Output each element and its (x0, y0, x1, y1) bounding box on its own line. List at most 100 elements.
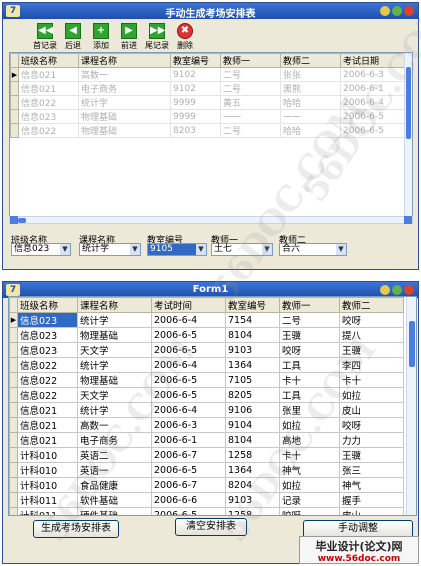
table-cell[interactable]: 信息023 (17, 312, 78, 328)
table-cell[interactable]: 8205 (225, 387, 280, 403)
table-cell[interactable]: 二号 (220, 123, 281, 138)
table-cell[interactable]: 高数一 (78, 67, 171, 82)
column-header[interactable]: 课程名称 (78, 53, 171, 68)
table-row[interactable]: 信息022 统计学 2006-6-4 1364 工具 李四 (9, 357, 404, 373)
table-cell[interactable]: 信息022 (18, 95, 79, 110)
table-cell[interactable]: 李四 (339, 357, 404, 373)
column-header[interactable]: 班级名称 (17, 297, 78, 313)
table-cell[interactable]: 天文学 (77, 387, 152, 403)
table-cell[interactable]: 信息023 (17, 342, 78, 358)
table-cell[interactable]: 如拉 (339, 387, 404, 403)
table-row[interactable]: 信息023 物理基础 9999 一一 一一 2006-6-5 (10, 109, 405, 124)
table-row[interactable]: 信息022 物理基础 2006-6-5 7105 卡十 卡十 (9, 372, 404, 388)
close-icon[interactable] (404, 6, 414, 16)
table-cell[interactable]: 张里 (279, 402, 340, 418)
table-row[interactable]: 计科010 食品健康 2006-6-7 8204 如拉 神气 (9, 477, 404, 493)
table-cell[interactable]: 神气 (279, 462, 340, 478)
chevron-down-icon[interactable]: ▼ (130, 244, 140, 255)
table-cell[interactable]: 计科011 (17, 507, 78, 515)
table-cell[interactable]: 7154 (225, 312, 280, 328)
maximize-icon[interactable] (392, 285, 402, 295)
table-cell[interactable]: 1364 (225, 357, 280, 373)
chevron-down-icon[interactable]: ▼ (196, 244, 206, 255)
table-row[interactable]: 信息021 电子商务 9102 二号 黑熊 2006-6-1 (10, 81, 405, 96)
table-row[interactable]: 信息023 天文学 2006-6-5 9103 咬呀 王骥 (9, 342, 404, 358)
table-cell[interactable]: 信息021 (18, 81, 79, 96)
table-row[interactable]: 计科011 硬件基础 2006-6-5 1258 咬呀 皮山 (9, 507, 404, 515)
table-cell[interactable]: 信息022 (17, 372, 78, 388)
table-cell[interactable]: 皮山 (339, 507, 404, 515)
table-cell[interactable]: 食品健康 (77, 477, 152, 493)
table-row[interactable]: 信息022 天文学 2006-6-5 8205 工具 如拉 (9, 387, 404, 403)
table-cell[interactable]: 天文学 (77, 342, 152, 358)
table-cell[interactable]: 硬件基础 (77, 507, 152, 515)
schedule-grid[interactable]: 班级名称 课程名称 教室编号 教师一 教师二 考试日期 ▶ 信息021 高数一 … (9, 52, 413, 220)
table-row[interactable]: ▶ 信息021 高数一 9102 二号 张张 2006-6-3 (10, 67, 405, 82)
vertical-scrollbar[interactable] (404, 53, 412, 219)
table-cell[interactable]: 信息023 (17, 327, 78, 343)
table-cell[interactable]: 电子商务 (77, 432, 152, 448)
table-cell[interactable]: 咬呀 (339, 417, 404, 433)
result-grid[interactable]: 班级名称 课程名称 考试时间 教室编号 教师一 教师二 ▶ 信息023 统计学 … (8, 296, 417, 516)
column-header[interactable]: 教师二 (280, 53, 341, 68)
clear-schedule-button[interactable]: 清空安排表 (175, 518, 247, 536)
table-cell[interactable]: 工具 (279, 387, 340, 403)
table-cell[interactable]: 神气 (339, 477, 404, 493)
table-cell[interactable]: 二号 (220, 67, 281, 82)
delete-button[interactable]: ✖ 删除 (171, 23, 199, 51)
table-cell[interactable]: 2006-6-4 (340, 95, 405, 110)
table-cell[interactable]: 物理基础 (78, 123, 171, 138)
column-header[interactable]: 教室编号 (170, 53, 221, 68)
table-cell[interactable]: 记录 (279, 492, 340, 508)
scroll-thumb[interactable] (409, 321, 415, 367)
table-cell[interactable]: 2006-6-4 (151, 402, 226, 418)
column-header[interactable]: 考试日期 (340, 53, 405, 68)
table-cell[interactable]: 9106 (225, 402, 280, 418)
table-cell[interactable]: 2006-6-7 (151, 447, 226, 463)
table-row[interactable]: 信息021 统计学 2006-6-4 9106 张里 皮山 (9, 402, 404, 418)
table-cell[interactable]: 信息022 (17, 387, 78, 403)
table-row[interactable]: 信息022 物理基础 8203 二号 哈哈 2006-6-5 (10, 123, 405, 138)
scroll-right-icon[interactable] (404, 216, 412, 224)
column-header[interactable]: 教室编号 (225, 297, 280, 313)
scroll-thumb[interactable] (18, 218, 26, 223)
table-cell[interactable]: 黑熊 (280, 81, 341, 96)
table-cell[interactable]: 咬呀 (279, 507, 340, 515)
table-cell[interactable]: 卡十 (279, 372, 340, 388)
table-cell[interactable]: 2006-6-5 (340, 123, 405, 138)
table-cell[interactable]: 王骥 (279, 327, 340, 343)
table-cell[interactable]: 信息021 (17, 417, 78, 433)
table-cell[interactable]: 信息021 (17, 402, 78, 418)
table-cell[interactable]: 9102 (170, 67, 221, 82)
table-cell[interactable]: 一一 (280, 109, 341, 124)
table-cell[interactable]: 2006-6-5 (151, 462, 226, 478)
table-cell[interactable]: 2006-6-4 (151, 357, 226, 373)
table-cell[interactable]: 8203 (170, 123, 221, 138)
table-row[interactable]: 信息021 高数一 2006-6-3 9104 如拉 咬呀 (9, 417, 404, 433)
horizontal-scrollbar[interactable] (9, 216, 413, 224)
table-cell[interactable]: 计科010 (17, 447, 78, 463)
table-cell[interactable]: 二号 (220, 81, 281, 96)
table-cell[interactable]: 1258 (225, 507, 280, 515)
table-cell[interactable]: 统计学 (77, 312, 152, 328)
table-cell[interactable]: 信息023 (18, 109, 79, 124)
generate-schedule-button[interactable]: 生成考场安排表 (33, 520, 119, 538)
table-cell[interactable]: 计科011 (17, 492, 78, 508)
table-cell[interactable]: 9999 (170, 109, 221, 124)
table-cell[interactable]: 9103 (225, 492, 280, 508)
table-cell[interactable]: 哈哈 (280, 123, 341, 138)
table-cell[interactable]: 咬呀 (279, 342, 340, 358)
table-cell[interactable]: 物理基础 (78, 109, 171, 124)
table-cell[interactable]: 张张 (280, 67, 341, 82)
table-cell[interactable]: 2006-6-5 (151, 387, 226, 403)
table-cell[interactable]: 工具 (279, 357, 340, 373)
table-cell[interactable]: 2006-6-3 (151, 417, 226, 433)
room-number-select[interactable]: 9105 ▼ (147, 243, 207, 256)
table-cell[interactable]: 计科010 (17, 477, 78, 493)
column-header[interactable]: 教师一 (220, 53, 281, 68)
chevron-down-icon[interactable]: ▼ (60, 244, 70, 255)
table-cell[interactable]: 一一 (220, 109, 281, 124)
table-cell[interactable]: 2006-6-7 (151, 477, 226, 493)
table-row[interactable]: 信息023 物理基础 2006-6-5 8104 王骥 提八 (9, 327, 404, 343)
table-cell[interactable]: 1258 (225, 447, 280, 463)
